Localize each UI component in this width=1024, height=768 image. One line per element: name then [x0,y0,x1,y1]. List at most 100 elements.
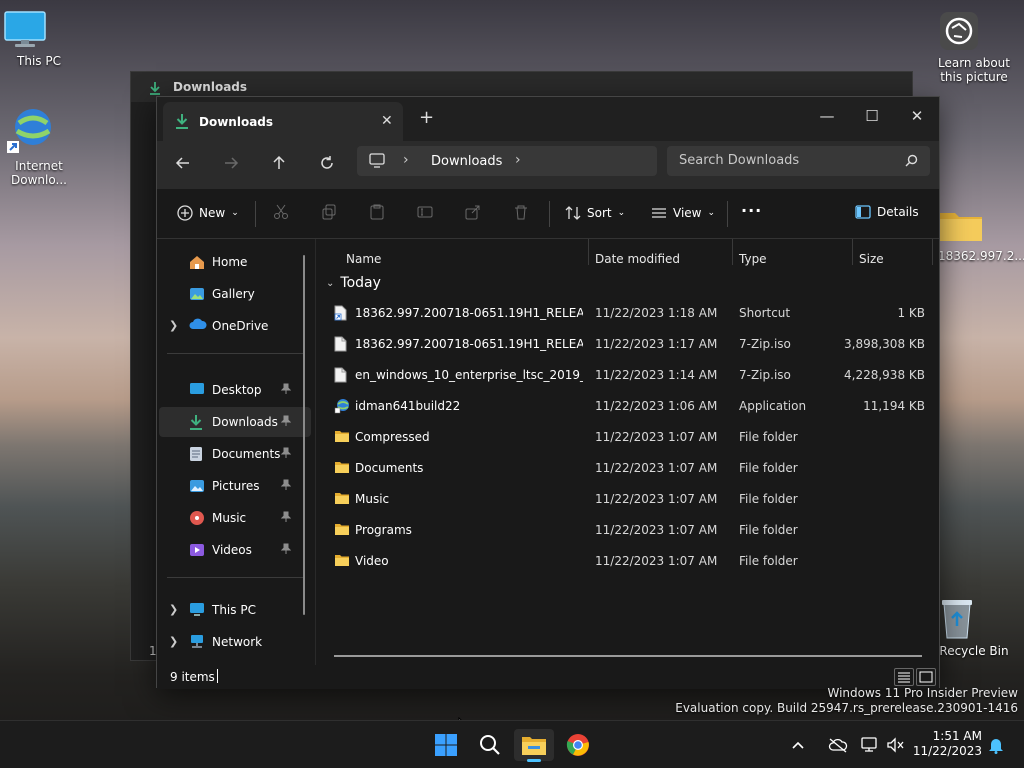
chevron-right-icon[interactable]: › [403,152,409,168]
share-icon[interactable] [465,204,481,220]
nav-item-music[interactable]: Music [159,503,311,533]
document-icon [189,446,203,462]
details-view-button[interactable] [894,668,914,686]
pin-icon[interactable] [281,479,291,491]
refresh-button[interactable] [319,155,335,171]
file-row[interactable]: idman641build22 11/22/2023 1:06 AM Applica… [316,390,940,421]
new-button[interactable]: New ⌄ [177,205,239,221]
search-icon[interactable] [905,154,918,167]
file-row[interactable]: 18362.997.200718-0651.19H1_RELEASE_SV...… [316,297,940,328]
column-divider[interactable] [852,239,853,265]
file-row[interactable]: Music 11/22/2023 1:07 AM File folder [316,483,940,514]
close-tab-button[interactable]: ✕ [381,113,393,129]
nav-item-pictures[interactable]: Pictures [159,471,311,501]
column-divider[interactable] [932,239,933,265]
pin-icon[interactable] [281,415,291,427]
pin-icon[interactable] [281,543,291,555]
nav-item-onedrive[interactable]: ❯ OneDrive [159,311,311,341]
desktop-icon-folder-18362[interactable]: 18362.997.2... [938,205,1024,263]
column-header-type[interactable]: Type [739,252,767,266]
taskbar: 1:51 AM 11/22/2023 [0,720,1024,768]
notifications-button[interactable] [984,729,1008,761]
navigation-scrollbar[interactable] [303,255,305,615]
tab-downloads[interactable]: Downloads ✕ [163,102,403,141]
close-button[interactable]: ✕ [902,107,932,125]
volume-tray-icon[interactable] [884,729,908,761]
shortcut-icon [334,305,347,321]
chevron-right-icon[interactable]: › [515,152,521,168]
search-button[interactable] [470,729,510,761]
back-button[interactable] [175,155,191,171]
pin-icon[interactable] [281,447,291,459]
column-divider[interactable] [588,239,589,265]
nav-item-videos[interactable]: Videos [159,535,311,565]
chevron-up-icon [792,741,804,749]
plus-circle-icon [177,205,193,221]
file-row[interactable]: Video 11/22/2023 1:07 AM File folder [316,545,940,576]
breadcrumb-downloads[interactable]: Downloads [431,154,502,169]
file-row[interactable]: Compressed 11/22/2023 1:07 AM File folder [316,421,940,452]
column-header-date[interactable]: Date modified [595,252,680,266]
desktop-icon-label: Internet Downlo... [11,159,67,187]
horizontal-scrollbar[interactable] [334,655,922,657]
file-row[interactable]: en_windows_10_enterprise_ltsc_2019_x64..… [316,359,940,390]
taskbar-file-explorer[interactable] [514,729,554,762]
pin-icon[interactable] [281,383,291,395]
chevron-right-icon[interactable]: ❯ [169,603,178,616]
chevron-right-icon[interactable]: ❯ [169,635,178,648]
desktop-icon-learn-about-picture[interactable]: Learn about this picture [938,10,1010,84]
maximize-button[interactable]: ☐ [857,107,887,125]
search-input[interactable] [679,153,899,168]
desktop-icon-internet-download-manager[interactable]: Internet Downlo... [3,105,75,187]
tiles-view-button[interactable] [916,668,936,686]
group-header-today[interactable]: ⌄ Today [326,275,381,291]
network-tray-icon[interactable] [858,729,882,761]
minimize-button[interactable]: — [812,107,842,125]
show-hidden-icons-button[interactable] [786,729,810,761]
desktop-icon-this-pc[interactable]: This PC [3,10,75,68]
column-divider[interactable] [732,239,733,265]
delete-icon[interactable] [513,204,529,220]
view-button[interactable]: View ⌄ [651,205,715,221]
column-header-size[interactable]: Size [859,252,884,266]
chrome-icon [566,734,589,756]
view-label: View [673,206,702,220]
file-row[interactable]: 18362.997.200718-0651.19H1_RELEASE_SV...… [316,328,940,359]
up-button[interactable] [271,155,287,171]
nav-item-this-pc[interactable]: ❯ This PC [159,595,311,625]
titlebar[interactable]: Downloads ✕ + — ☐ ✕ [157,97,939,141]
onedrive-tray-icon[interactable] [826,729,850,761]
cut-icon[interactable] [273,204,289,220]
system-clock[interactable]: 1:51 AM 11/22/2023 [912,729,982,759]
nav-item-documents[interactable]: Documents [159,439,311,469]
more-options-button[interactable]: ··· [741,201,762,220]
breadcrumb[interactable]: › Downloads › [357,146,657,176]
column-header-name[interactable]: Name [346,252,381,266]
nav-item-desktop[interactable]: Desktop [159,375,311,405]
search-box[interactable] [667,146,930,176]
nav-item-gallery[interactable]: Gallery [159,279,311,309]
desktop-icon-recycle-bin[interactable]: Recycle Bin [938,596,1010,658]
start-button[interactable] [426,729,466,761]
details-button[interactable]: Details [855,205,919,219]
taskbar-chrome[interactable] [558,729,598,761]
forward-button[interactable] [223,155,239,171]
paste-icon[interactable] [369,204,385,220]
file-type: File folder [739,430,798,444]
file-list: Name Date modified Type Size ⌄ Today 183… [315,239,939,665]
copy-icon[interactable] [321,204,337,220]
nav-item-downloads[interactable]: Downloads [159,407,311,437]
file-explorer-window[interactable]: Downloads ✕ + — ☐ ✕ › Downloads › Search… [156,96,940,689]
file-type: 7-Zip.iso [739,337,791,351]
rename-icon[interactable] [417,204,433,220]
new-tab-button[interactable]: + [419,107,434,128]
file-row[interactable]: Documents 11/22/2023 1:07 AM File folder [316,452,940,483]
chevron-right-icon[interactable]: ❯ [169,319,178,332]
nav-item-home[interactable]: Home [159,247,311,277]
pictures-icon [189,478,205,494]
sort-button[interactable]: Sort ⌄ [565,205,625,221]
pin-icon[interactable] [281,511,291,523]
watermark-line: Windows 11 Pro Insider Preview [827,686,1018,700]
nav-item-network[interactable]: ❯ Network [159,627,311,657]
file-row[interactable]: Programs 11/22/2023 1:07 AM File folder [316,514,940,545]
